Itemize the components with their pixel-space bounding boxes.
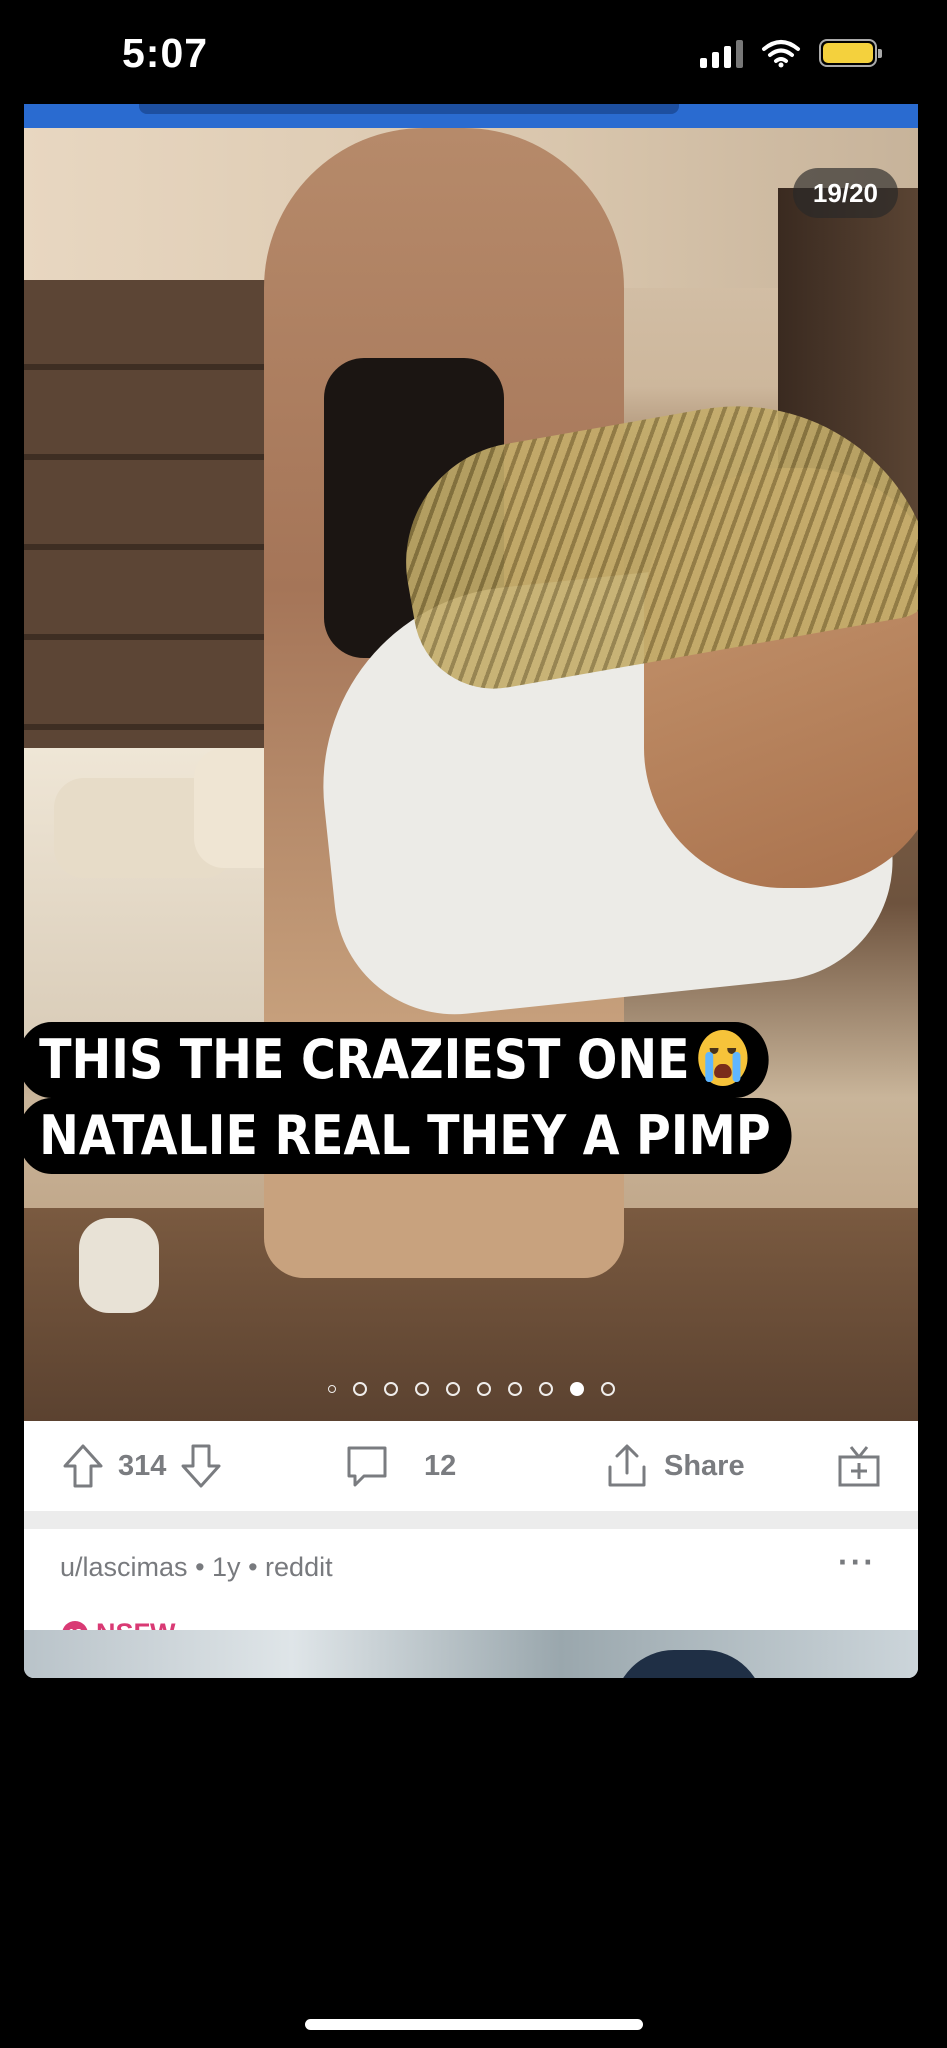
caption-line-2: NATALIE REAL THEY A PIMP xyxy=(18,1098,792,1174)
carousel-dots[interactable] xyxy=(24,1382,918,1396)
downvote-icon[interactable] xyxy=(180,1443,222,1489)
author-link[interactable]: u/lascimas xyxy=(60,1552,188,1582)
carousel-dot[interactable] xyxy=(327,1385,336,1393)
post-source: reddit xyxy=(265,1552,333,1582)
comments-button[interactable]: 12 xyxy=(344,1443,456,1489)
share-icon xyxy=(608,1444,646,1487)
post-age: 1y xyxy=(212,1552,241,1582)
caption-line-1: THIS THE CRAZIEST ONE xyxy=(18,1022,769,1098)
status-time: 5:07 xyxy=(122,30,209,76)
post-media-image[interactable]: 19/20 xyxy=(24,128,918,1421)
crying-face-icon xyxy=(698,1030,748,1086)
more-options-icon[interactable]: ··· xyxy=(838,1544,876,1581)
gift-icon xyxy=(838,1446,880,1487)
carousel-dot[interactable] xyxy=(352,1382,367,1396)
home-indicator[interactable] xyxy=(305,2019,643,2030)
comment-count: 12 xyxy=(424,1449,457,1482)
previous-post-strip xyxy=(24,104,918,128)
carousel-dot-active[interactable] xyxy=(569,1382,584,1396)
upvote-icon[interactable] xyxy=(62,1443,104,1489)
vote-group: 314 xyxy=(62,1443,222,1489)
cellular-signal-icon xyxy=(700,38,743,68)
award-button[interactable] xyxy=(836,1443,882,1489)
carousel-dot[interactable] xyxy=(383,1382,398,1396)
share-button[interactable]: Share xyxy=(604,1443,745,1489)
upvote-count: 314 xyxy=(118,1449,167,1482)
carousel-dot[interactable] xyxy=(507,1382,522,1396)
comment-icon xyxy=(347,1446,387,1487)
battery-icon xyxy=(819,39,882,67)
section-divider xyxy=(24,1511,918,1529)
carousel-dot[interactable] xyxy=(445,1382,460,1396)
carousel-dot[interactable] xyxy=(414,1382,429,1396)
carousel-dot[interactable] xyxy=(600,1382,615,1396)
carousel-dot[interactable] xyxy=(538,1382,553,1396)
status-icons xyxy=(700,38,882,68)
next-post-preview[interactable] xyxy=(24,1630,918,1678)
post-meta: u/lascimas • 1y • reddit xyxy=(60,1552,333,1582)
gallery-counter: 19/20 xyxy=(792,168,898,218)
story-caption: THIS THE CRAZIEST ONE NATALIE REAL THEY … xyxy=(18,1022,838,1174)
wifi-icon xyxy=(762,40,800,68)
carousel-dot[interactable] xyxy=(476,1382,491,1396)
post-actions-bar: 314 12 Share xyxy=(24,1421,918,1511)
post-card[interactable]: 19/20 314 12 Share u/lascimas • 1y • red… xyxy=(24,104,918,1678)
share-label: Share xyxy=(664,1449,745,1482)
